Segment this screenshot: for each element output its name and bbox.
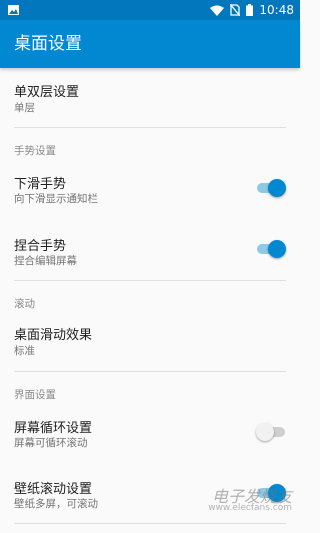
setting-summary: 捏合编辑屏幕 [14, 255, 77, 267]
setting-summary: 壁纸多屏，可滚动 [14, 498, 98, 510]
settings-list[interactable]: 单双层设置 单层 手势设置 下滑手势 向下滑显示通知栏 捏合手势 捏合编辑屏幕 … [0, 68, 300, 533]
image-icon [8, 5, 19, 15]
section-header-interface: 界面设置 [14, 389, 56, 401]
setting-summary: 标准 [14, 345, 35, 357]
setting-title: 单双层设置 [14, 85, 80, 100]
section-header-gesture: 手势设置 [14, 145, 56, 157]
setting-summary: 屏幕可循环滚动 [14, 437, 88, 449]
screen-loop-switch[interactable] [256, 423, 286, 441]
no-sim-icon [230, 4, 241, 16]
divider [14, 280, 286, 281]
setting-summary: 向下滑显示通知栏 [14, 193, 98, 205]
setting-screen-loop[interactable]: 屏幕循环设置 屏幕可循环滚动 [0, 407, 300, 459]
status-bar: 10:48 [0, 0, 300, 20]
battery-icon [246, 4, 254, 16]
switch-thumb [268, 179, 286, 197]
wifi-icon [210, 5, 225, 16]
setting-pinch-gesture[interactable]: 捏合手势 捏合编辑屏幕 [0, 225, 300, 277]
setting-summary: 单层 [14, 102, 35, 114]
pinch-switch[interactable] [256, 240, 286, 258]
setting-title: 下滑手势 [14, 177, 67, 192]
divider [14, 371, 286, 372]
setting-title: 捏合手势 [14, 239, 67, 254]
section-header-scroll: 滚动 [14, 298, 35, 310]
divider [14, 127, 286, 128]
watermark-url: www.elecfans.com [208, 503, 292, 513]
watermark-logo: 电子发烧友 www.elecfans.com [192, 483, 292, 528]
switch-thumb [268, 240, 286, 258]
setting-title: 壁纸滚动设置 [14, 482, 93, 497]
status-time: 10:48 [259, 3, 294, 17]
setting-title: 桌面滑动效果 [14, 328, 93, 343]
setting-swipe-down-gesture[interactable]: 下滑手势 向下滑显示通知栏 [0, 163, 300, 215]
page-title: 桌面设置 [14, 34, 82, 54]
switch-thumb [256, 423, 274, 441]
app-bar: 桌面设置 [0, 20, 300, 68]
swipe-down-switch[interactable] [256, 179, 286, 197]
setting-layer-mode[interactable]: 单双层设置 单层 [0, 68, 300, 127]
setting-slide-effect[interactable]: 桌面滑动效果 标准 [0, 314, 300, 368]
setting-title: 屏幕循环设置 [14, 421, 93, 436]
